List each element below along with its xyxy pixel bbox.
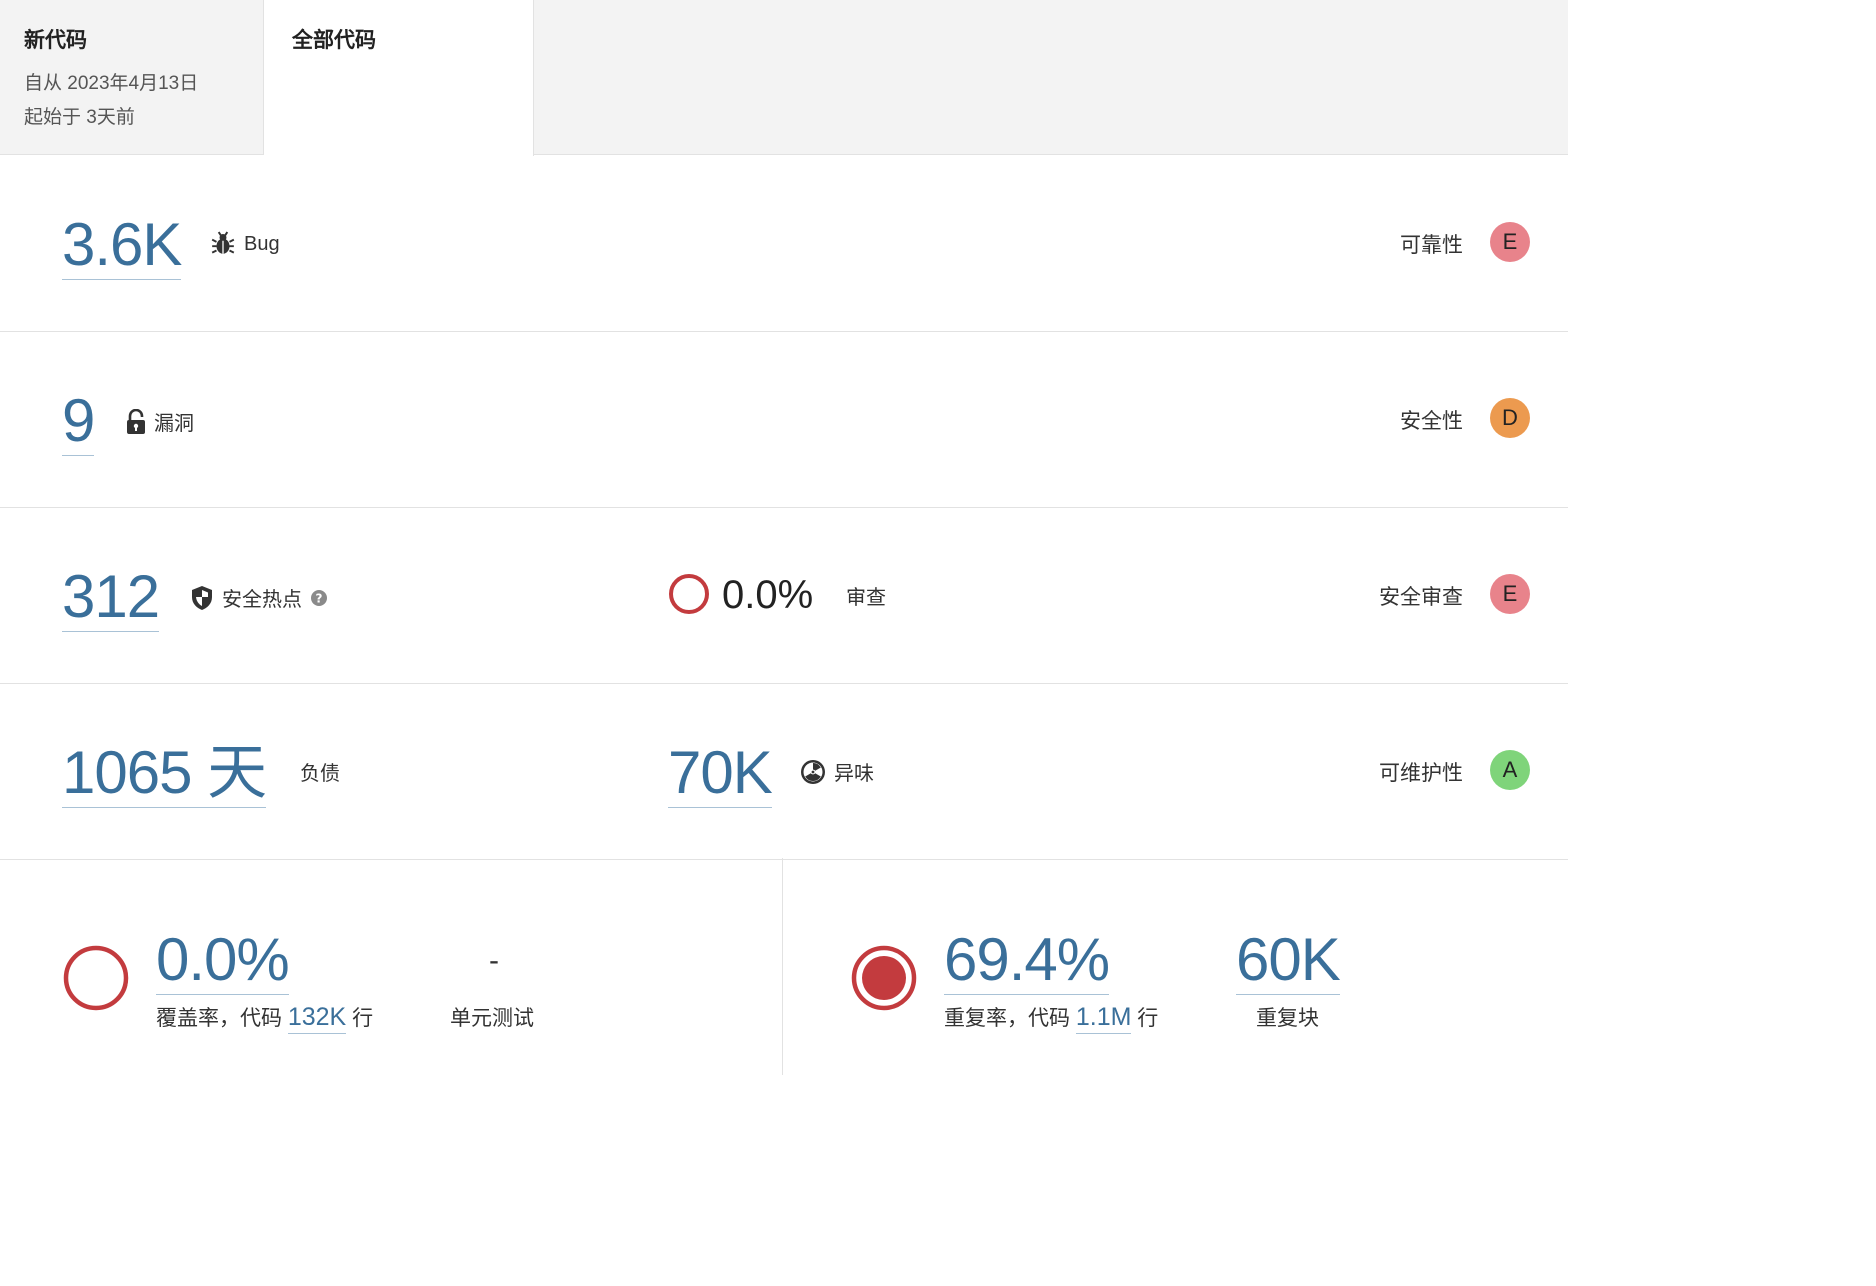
coverage-duplications-section: 0.0% 覆盖率，代码 132K 行 - 单元测试 69.4% 重复率，代码 1… (0, 858, 1568, 1075)
security-row: 9 漏洞 安全性 D (0, 331, 1568, 508)
duplications-gauge (850, 944, 918, 1017)
reliability-rating-label: 可靠性 (1400, 234, 1463, 257)
duplications-lines-link[interactable]: 1.1M (1075, 1003, 1132, 1034)
security-review-row: 312 安全热点 ? 0.0% 审查 安全审查 E (0, 507, 1568, 684)
coverage-percent-link[interactable]: 0.0% (156, 930, 290, 995)
review-percent[interactable]: 0.0% (722, 573, 813, 618)
reliability-row: 3.6K Bug 可靠性 E (0, 155, 1568, 332)
svg-text:?: ? (316, 591, 323, 605)
period-tabs: 新代码 自从 2023年4月13日 起始于 3天前 全部代码 (0, 0, 1568, 156)
duplications-caption-suffix: 行 (1137, 1007, 1159, 1030)
coverage-caption: 覆盖率，代码 132K 行 (156, 1002, 374, 1034)
radiation-icon (800, 759, 826, 785)
coverage-gauge (62, 944, 130, 1017)
tab-overall-code[interactable]: 全部代码 (264, 0, 534, 156)
duplicated-blocks-link[interactable]: 60K (1236, 930, 1341, 995)
code-smells-count-link[interactable]: 70K (668, 743, 773, 808)
coverage-caption-prefix: 覆盖率，代码 (156, 1007, 282, 1030)
section-divider (782, 858, 783, 1075)
coverage-caption-suffix: 行 (352, 1007, 374, 1030)
review-label: 审查 (846, 581, 886, 610)
security-review-rating-badge[interactable]: E (1490, 574, 1530, 614)
reliability-rating-badge[interactable]: E (1490, 222, 1530, 262)
maintainability-row: 1065 天 负债 70K 异味 可维护性 A (0, 683, 1568, 860)
hotspots-label-text: 安全热点 (222, 589, 302, 611)
duplications-percent-link[interactable]: 69.4% (944, 930, 1110, 995)
unit-tests-label: 单元测试 (450, 1007, 534, 1030)
tab-overall-code-title: 全部代码 (292, 29, 376, 52)
vulnerabilities-label-text: 漏洞 (154, 413, 194, 435)
review-gauge (668, 573, 710, 620)
tab-new-code-title: 新代码 (24, 29, 87, 52)
security-rating-badge[interactable]: D (1490, 398, 1530, 438)
vulnerabilities-count-link[interactable]: 9 (62, 391, 95, 456)
duplications-caption-prefix: 重复率，代码 (944, 1007, 1070, 1030)
duplicated-blocks-label: 重复块 (1256, 1007, 1319, 1030)
new-code-started-ago: 起始于 3天前 (24, 107, 135, 128)
bug-icon (210, 231, 236, 257)
debt-value-link[interactable]: 1065 天 (62, 743, 267, 808)
open-lock-icon (126, 408, 146, 435)
debt-label-text: 负债 (300, 763, 340, 785)
bugs-label: Bug (210, 231, 280, 257)
vulnerabilities-label: 漏洞 (126, 407, 194, 436)
bugs-label-text: Bug (244, 232, 280, 255)
hotspots-count-link[interactable]: 312 (62, 567, 160, 632)
new-code-since-date: 自从 2023年4月13日 (24, 73, 199, 94)
code-smells-label-text: 异味 (834, 763, 874, 785)
review-label-text: 审查 (846, 587, 886, 609)
shield-icon (190, 585, 214, 611)
bugs-count-link[interactable]: 3.6K (62, 215, 182, 280)
maintainability-rating-label: 可维护性 (1379, 762, 1463, 785)
help-icon[interactable]: ? (310, 589, 328, 607)
security-rating-label: 安全性 (1400, 410, 1463, 433)
unit-tests-value: - (489, 944, 499, 977)
coverage-lines-link[interactable]: 132K (287, 1003, 347, 1034)
tab-new-code[interactable]: 新代码 自从 2023年4月13日 起始于 3天前 (0, 0, 264, 154)
code-smells-label: 异味 (800, 757, 874, 786)
security-review-rating-label: 安全审查 (1379, 586, 1463, 609)
hotspots-label: 安全热点 ? (190, 583, 328, 612)
maintainability-rating-badge[interactable]: A (1490, 750, 1530, 790)
debt-label: 负债 (300, 757, 340, 786)
duplications-caption: 重复率，代码 1.1M 行 (944, 1002, 1159, 1034)
